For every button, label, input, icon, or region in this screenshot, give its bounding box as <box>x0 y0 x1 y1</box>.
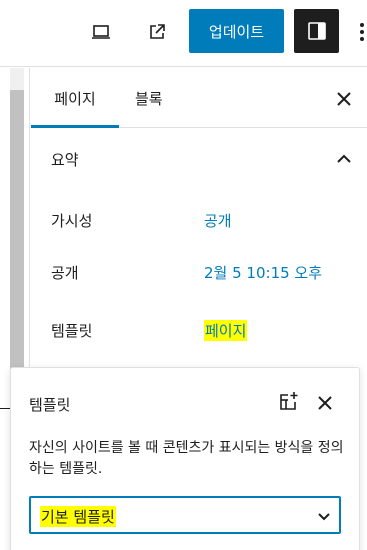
active-tab-indicator <box>31 125 119 128</box>
view-page-button[interactable] <box>140 10 174 54</box>
visibility-value-link[interactable]: 공개 <box>204 210 232 231</box>
editor-toolbar: 업데이트 <box>0 0 367 67</box>
template-label: 템플릿 <box>51 322 93 340</box>
external-link-icon <box>150 24 165 39</box>
close-icon <box>337 92 351 106</box>
publish-date-link[interactable]: 2월 5 10:15 오후 <box>204 262 322 283</box>
sidebar-toggle-icon <box>307 22 326 40</box>
template-select[interactable]: 기본 템플릿 <box>29 496 341 534</box>
popover-title: 템플릿 <box>29 396 71 414</box>
publish-label: 공개 <box>51 264 79 282</box>
panel-title: 요약 <box>51 150 79 169</box>
add-template-icon <box>280 392 298 410</box>
chevron-down-icon <box>318 513 330 521</box>
popover-description: 자신의 사이트를 볼 때 콘텐츠가 표시되는 방식을 정의하는 템플릿. <box>29 440 344 477</box>
close-icon <box>318 396 332 410</box>
add-template-button[interactable] <box>276 390 300 414</box>
chevron-up-icon <box>337 154 351 163</box>
template-value-link[interactable]: 페이지 <box>204 320 248 341</box>
visibility-label: 가시성 <box>51 212 93 230</box>
template-select-value: 기본 템플릿 <box>40 506 116 527</box>
template-popover: 템플릿 자신의 사이트를 볼 때 콘텐츠가 표시되는 방식을 정의하는 템플릿.… <box>10 367 360 550</box>
template-row: 템플릿 페이지 <box>31 314 367 344</box>
close-sidebar-button[interactable] <box>333 88 355 110</box>
tab-block[interactable]: 블록 <box>135 68 175 128</box>
visibility-row: 가시성 공개 <box>31 204 367 234</box>
more-vertical-icon <box>360 23 364 41</box>
device-preview-button[interactable] <box>84 10 118 54</box>
more-options-button[interactable] <box>355 10 367 54</box>
update-button[interactable]: 업데이트 <box>189 9 284 53</box>
tab-page[interactable]: 페이지 <box>31 68 119 128</box>
desktop-icon <box>92 25 110 39</box>
publish-row: 공개 2월 5 10:15 오후 <box>31 256 367 286</box>
summary-panel-toggle[interactable]: 요약 <box>31 129 367 189</box>
sidebar-tabs: 페이지 블록 <box>31 68 367 128</box>
scrollbar-thumb[interactable] <box>10 90 24 390</box>
settings-sidebar-toggle-button[interactable] <box>294 9 339 53</box>
close-popover-button[interactable] <box>314 392 336 414</box>
